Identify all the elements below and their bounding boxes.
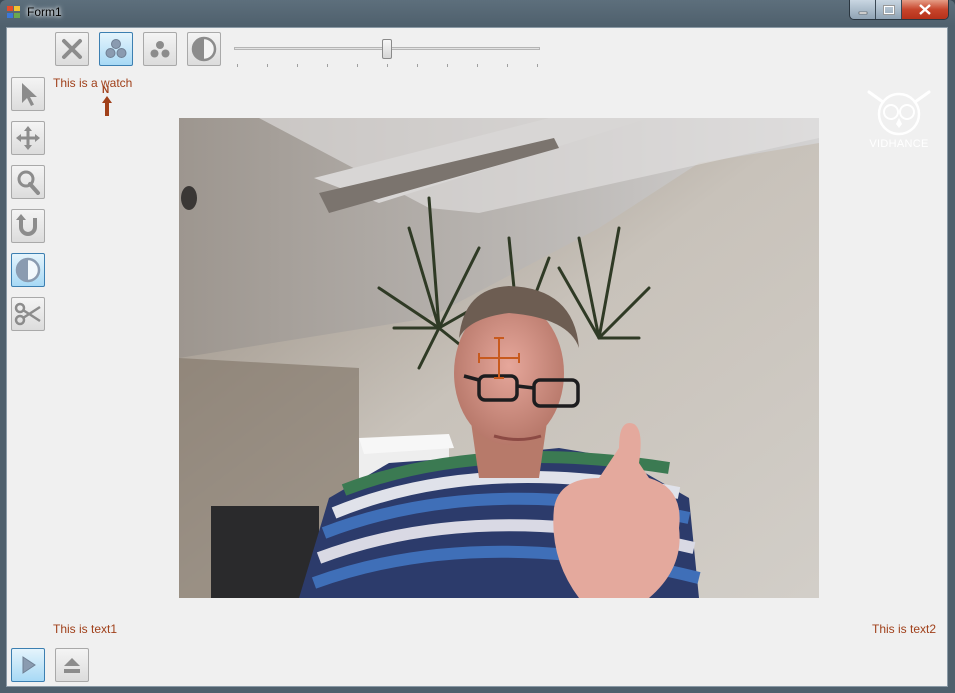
- logo-text: VIDHANCE: [869, 138, 929, 150]
- slider-tick: [417, 64, 418, 67]
- play-button[interactable]: [11, 648, 45, 682]
- owl-logo-icon: [867, 90, 931, 136]
- eject-button[interactable]: [55, 648, 89, 682]
- video-frame[interactable]: [179, 118, 819, 598]
- maximize-icon: [882, 4, 895, 15]
- dots-mode-button[interactable]: [143, 32, 177, 66]
- scissors-icon: [14, 302, 41, 326]
- slider-tick: [537, 64, 538, 67]
- three-dots-icon: [150, 41, 170, 58]
- zoom-tool-button[interactable]: [11, 165, 45, 199]
- slider-tick: [507, 64, 508, 67]
- slider-tick: [327, 64, 328, 67]
- slider-tick: [357, 64, 358, 67]
- close-icon: [919, 4, 931, 15]
- rotate-icon: [16, 214, 37, 236]
- slider-tick: [297, 64, 298, 67]
- slider-tick: [237, 64, 238, 67]
- eject-icon: [64, 658, 80, 673]
- crop-tool-button[interactable]: [11, 297, 45, 331]
- text1-label: This is text1: [53, 622, 118, 636]
- rotate-tool-button[interactable]: [11, 209, 45, 243]
- close-x-icon: [62, 39, 82, 59]
- three-circles-icon: [105, 39, 127, 58]
- move-icon: [16, 126, 40, 150]
- caption-buttons: [849, 0, 949, 20]
- contrast-button[interactable]: [187, 32, 221, 66]
- minimize-button[interactable]: [850, 0, 876, 19]
- title-bar[interactable]: Form1: [0, 0, 955, 26]
- text2-label: This is text2: [872, 622, 937, 636]
- watch-label: This is a watch: [53, 76, 133, 90]
- pointer-icon: [22, 83, 37, 106]
- zoom-slider[interactable]: [234, 38, 540, 68]
- slider-tick: [477, 64, 478, 67]
- group-mode-button[interactable]: [99, 32, 133, 66]
- close-button[interactable]: [902, 0, 948, 19]
- select-tool-button[interactable]: [11, 77, 45, 111]
- client-area: This is a watch N VIDHANCE This is text1…: [6, 27, 948, 687]
- play-icon: [22, 656, 36, 674]
- north-indicator: N: [100, 85, 114, 119]
- maximize-button[interactable]: [876, 0, 902, 19]
- pan-tool-button[interactable]: [11, 121, 45, 155]
- clear-button[interactable]: [55, 32, 89, 66]
- slider-tick: [387, 64, 388, 67]
- contrast-icon: [191, 36, 217, 62]
- vidhance-logo: VIDHANCE: [863, 88, 935, 152]
- north-arrow-icon: [102, 96, 112, 116]
- magnifier-icon: [17, 170, 40, 195]
- contrast-icon: [15, 257, 41, 283]
- window-title: Form1: [27, 5, 62, 19]
- camera-image: [179, 118, 819, 598]
- minimize-icon: [858, 11, 867, 14]
- slider-thumb[interactable]: [382, 39, 392, 59]
- app-window: Form1 This is a watch N VIDHANCE This is…: [0, 0, 955, 693]
- slider-tick: [447, 64, 448, 67]
- slider-tick: [267, 64, 268, 67]
- contrast-tool-button[interactable]: [11, 253, 45, 287]
- app-icon[interactable]: [7, 6, 21, 19]
